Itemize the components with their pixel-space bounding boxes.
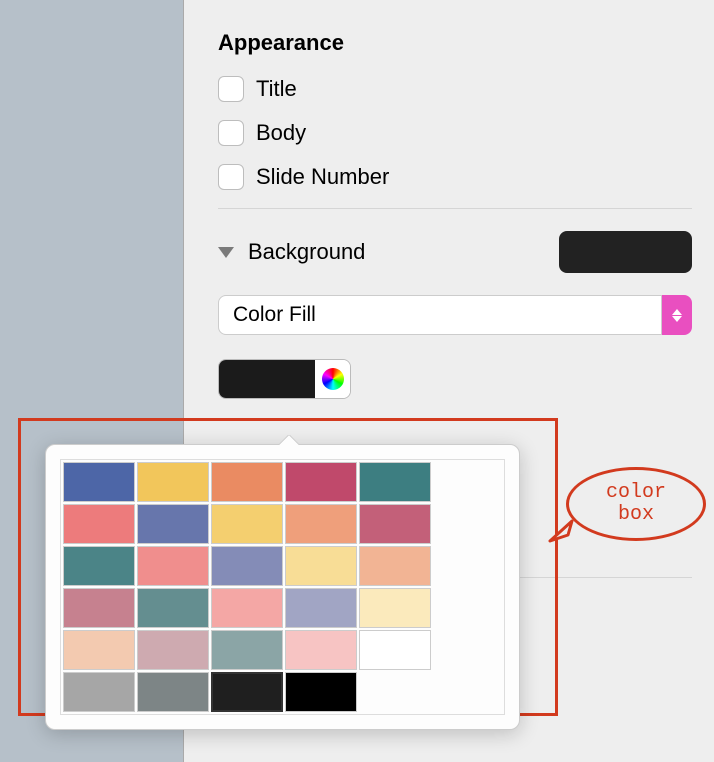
chevron-down-icon xyxy=(672,316,682,322)
color-swatch[interactable] xyxy=(285,462,357,502)
checkbox-label: Title xyxy=(256,76,297,102)
annotation-bubble: color box xyxy=(566,467,706,541)
disclosure-triangle-icon[interactable] xyxy=(218,247,234,258)
color-swatch[interactable] xyxy=(137,462,209,502)
color-swatch[interactable] xyxy=(137,504,209,544)
color-well[interactable] xyxy=(218,359,351,399)
appearance-heading: Appearance xyxy=(218,30,692,56)
callout-tail-icon xyxy=(548,515,578,545)
background-row[interactable]: Background xyxy=(218,231,692,273)
color-swatch[interactable] xyxy=(359,630,431,670)
color-swatch[interactable] xyxy=(137,546,209,586)
color-picker-popover xyxy=(45,444,520,730)
color-swatch[interactable] xyxy=(63,462,135,502)
background-preview-swatch xyxy=(559,231,692,273)
color-swatch[interactable] xyxy=(359,504,431,544)
annotation-text-2: box xyxy=(618,503,654,526)
color-swatch[interactable] xyxy=(285,672,357,712)
background-label: Background xyxy=(248,239,545,265)
color-swatch[interactable] xyxy=(211,630,283,670)
stepper-arrows-icon[interactable] xyxy=(662,295,692,335)
color-swatch[interactable] xyxy=(359,462,431,502)
fill-type-value[interactable]: Color Fill xyxy=(218,295,662,335)
color-swatch[interactable] xyxy=(63,504,135,544)
checkbox-label: Body xyxy=(256,120,306,146)
color-swatch[interactable] xyxy=(285,504,357,544)
color-swatch[interactable] xyxy=(137,630,209,670)
color-swatch-grid xyxy=(60,459,505,715)
appearance-option-slide-number[interactable]: Slide Number xyxy=(218,164,692,190)
color-swatch[interactable] xyxy=(359,588,431,628)
color-swatch[interactable] xyxy=(285,588,357,628)
popover-arrow-icon xyxy=(279,435,299,445)
color-swatch[interactable] xyxy=(211,588,283,628)
color-swatch[interactable] xyxy=(285,546,357,586)
color-swatch[interactable] xyxy=(211,504,283,544)
appearance-option-title[interactable]: Title xyxy=(218,76,692,102)
format-panel: Appearance Title Body Slide Number Backg… xyxy=(184,0,714,423)
appearance-option-body[interactable]: Body xyxy=(218,120,692,146)
color-swatch[interactable] xyxy=(285,630,357,670)
checkbox-title[interactable] xyxy=(218,76,244,102)
fill-type-select[interactable]: Color Fill xyxy=(218,295,692,335)
checkbox-slide-number[interactable] xyxy=(218,164,244,190)
checkbox-label: Slide Number xyxy=(256,164,389,190)
color-swatch[interactable] xyxy=(63,546,135,586)
color-wheel-icon xyxy=(322,368,344,390)
color-swatch[interactable] xyxy=(211,546,283,586)
color-swatch[interactable] xyxy=(63,588,135,628)
current-color-swatch[interactable] xyxy=(219,360,315,398)
annotation-callout: color box xyxy=(566,467,706,541)
divider xyxy=(218,208,692,209)
color-wheel-button[interactable] xyxy=(315,360,350,398)
color-swatch[interactable] xyxy=(211,672,283,712)
color-swatch[interactable] xyxy=(211,462,283,502)
chevron-up-icon xyxy=(672,309,682,315)
color-swatch[interactable] xyxy=(137,672,209,712)
color-swatch[interactable] xyxy=(359,546,431,586)
color-swatch[interactable] xyxy=(137,588,209,628)
color-swatch[interactable] xyxy=(63,672,135,712)
annotation-text-1: color xyxy=(606,481,666,504)
color-swatch[interactable] xyxy=(63,630,135,670)
checkbox-body[interactable] xyxy=(218,120,244,146)
